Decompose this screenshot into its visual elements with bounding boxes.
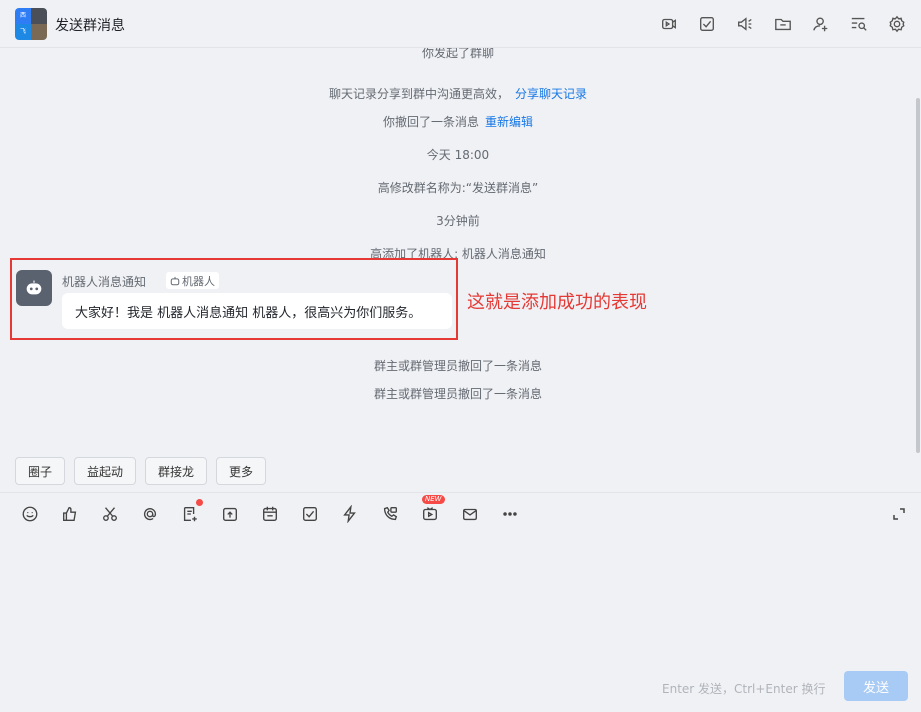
send-button[interactable]: 发送 — [844, 671, 908, 701]
system-message-recall: 你撤回了一条消息 重新编辑 — [0, 113, 916, 130]
avatar-photo-2 — [31, 24, 47, 40]
chat-title[interactable]: 发送群消息 — [55, 15, 125, 35]
system-message-partial: 你发起了群聊 — [421, 48, 494, 60]
message-input[interactable] — [0, 530, 921, 670]
task-check-icon[interactable] — [697, 14, 717, 34]
at-icon[interactable] — [140, 504, 160, 524]
avatar-photo-1 — [31, 8, 47, 24]
thumbs-up-icon[interactable] — [60, 504, 80, 524]
re-edit-link[interactable]: 重新编辑 — [485, 115, 533, 129]
video-icon[interactable] — [659, 14, 679, 34]
notification-dot — [196, 499, 203, 506]
quick-action-yiqidong[interactable]: 益起动 — [74, 457, 137, 485]
lightning-icon[interactable] — [340, 504, 360, 524]
scissors-icon[interactable] — [100, 504, 120, 524]
recall-text: 你撤回了一条消息 — [382, 115, 479, 129]
system-message-recall-admin-1: 群主或群管理员撤回了一条消息 — [373, 359, 542, 373]
folder-icon[interactable] — [773, 14, 793, 34]
expand-icon[interactable] — [891, 506, 909, 524]
speaker-icon[interactable] — [735, 14, 755, 34]
task-icon[interactable] — [300, 504, 320, 524]
phone-icon[interactable] — [380, 504, 400, 524]
mail-icon[interactable] — [460, 504, 480, 524]
search-history-icon[interactable] — [849, 14, 869, 34]
live-icon[interactable]: NEW — [420, 495, 445, 524]
emoji-icon[interactable] — [20, 504, 40, 524]
system-message-share: 聊天记录分享到群中沟通更高效， 分享聊天记录 — [0, 85, 916, 102]
chat-header: 西 飞 发送群消息 — [0, 0, 921, 48]
send-hint: Enter 发送，Ctrl+Enter 换行 — [662, 682, 826, 696]
composer-toolbar: NEW — [20, 495, 520, 524]
more-icon[interactable] — [500, 504, 520, 524]
highlight-box — [10, 258, 458, 340]
add-member-icon[interactable] — [811, 14, 831, 34]
system-message-rename: 高修改群名称为:“发送群消息” — [377, 181, 539, 195]
timestamp-today: 今天 18:00 — [426, 148, 490, 162]
avatar-char-2: 飞 — [15, 24, 31, 40]
group-avatar[interactable]: 西 飞 — [15, 8, 47, 40]
upload-icon[interactable] — [220, 504, 240, 524]
share-history-link[interactable]: 分享聊天记录 — [515, 87, 587, 101]
toolbar-divider — [0, 492, 921, 493]
avatar-char-1: 西 — [15, 8, 31, 24]
calendar-icon[interactable] — [260, 504, 280, 524]
header-actions — [659, 14, 907, 34]
doc-add-icon[interactable] — [180, 499, 203, 524]
share-text: 聊天记录分享到群中沟通更高效， — [328, 87, 509, 101]
chat-history[interactable]: 你发起了群聊 聊天记录分享到群中沟通更高效， 分享聊天记录 你撤回了一条消息 重新编… — [0, 48, 921, 452]
system-message-recall-admin-2: 群主或群管理员撤回了一条消息 — [373, 387, 542, 401]
quick-action-group-relay[interactable]: 群接龙 — [145, 457, 208, 485]
quick-actions: 圈子 益起动 群接龙 更多 — [15, 457, 267, 485]
timestamp-ago: 3分钟前 — [436, 214, 480, 228]
settings-icon[interactable] — [887, 14, 907, 34]
annotation-text: 这就是添加成功的表现 — [467, 292, 647, 313]
chat-scrollbar[interactable] — [916, 98, 920, 453]
new-badge: NEW — [422, 495, 445, 504]
quick-action-circle[interactable]: 圈子 — [15, 457, 66, 485]
quick-action-more[interactable]: 更多 — [216, 457, 267, 485]
